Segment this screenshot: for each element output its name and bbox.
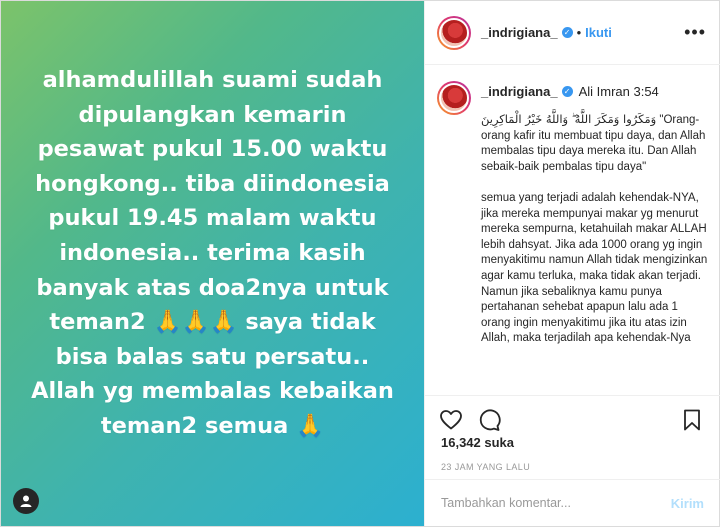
- avatar[interactable]: [437, 15, 471, 50]
- image-line: indonesia.. terima kasih: [59, 239, 366, 266]
- timestamp[interactable]: 23 JAM YANG LALU: [441, 462, 530, 472]
- comment-input[interactable]: [441, 496, 671, 510]
- image-line-text: teman2 semua: [100, 412, 289, 439]
- image-line: dipulangkan kemarin: [78, 101, 347, 128]
- image-line: bisa balas satu persatu..: [55, 343, 370, 370]
- image-line-with-emoji: teman2 🙏🙏🙏 saya tidak: [15, 305, 410, 340]
- praying-hands-icon: 🙏🙏🙏: [153, 309, 238, 336]
- more-options-icon[interactable]: •••: [684, 23, 706, 41]
- caption-section: _indrigiana_ ✓ Ali Imran 3:54 وَمَكَرُوا…: [425, 65, 720, 395]
- caption-body: _indrigiana_ ✓ Ali Imran 3:54 وَمَكَرُوا…: [481, 81, 708, 363]
- image-line: pesawat pukul 15.00 waktu: [37, 136, 388, 163]
- post-comment-button[interactable]: Kirim: [671, 496, 704, 511]
- image-line-prefix: teman2: [49, 309, 146, 336]
- post-header: _indrigiana_ ✓ • Ikuti •••: [425, 1, 720, 65]
- caption-text: وَمَكَرُوا وَمَكَرَ اللَّهُ ۖ وَاللَّهُ …: [481, 112, 708, 347]
- heart-icon[interactable]: [439, 408, 463, 432]
- image-line-suffix: saya tidak: [245, 309, 376, 336]
- caption-header: _indrigiana_ ✓ Ali Imran 3:54: [481, 74, 708, 108]
- caption-row: _indrigiana_ ✓ Ali Imran 3:54 وَمَكَرُوا…: [437, 81, 708, 363]
- image-line: Allah yg membalas kebaikan: [31, 378, 394, 405]
- praying-hand-icon: 🙏: [296, 412, 325, 439]
- caption-username[interactable]: _indrigiana_: [481, 84, 558, 99]
- image-line: pukul 19.45 malam waktu: [48, 205, 377, 232]
- caption-reference: Ali Imran 3:54: [578, 83, 659, 99]
- caption-verse: وَمَكَرُوا وَمَكَرَ اللَّهُ ۖ وَاللَّهُ …: [481, 112, 708, 175]
- post-image-text: alhamdulillah suami sudah dipulangkan ke…: [15, 63, 410, 444]
- caption-paragraph: semua yang terjadi adalah kehendak-NYA, …: [481, 191, 708, 345]
- comment-icon[interactable]: [477, 408, 501, 432]
- header-username[interactable]: _indrigiana_: [481, 25, 558, 40]
- image-line-with-emoji: teman2 semua 🙏: [15, 409, 410, 444]
- bookmark-icon[interactable]: [680, 408, 704, 432]
- image-line: hongkong.. tiba diindonesia: [35, 170, 390, 197]
- image-line: alhamdulillah suami sudah: [42, 67, 383, 93]
- post-sidebar: _indrigiana_ ✓ • Ikuti ••• _indrigiana_ …: [424, 1, 720, 526]
- post-image[interactable]: alhamdulillah suami sudah dipulangkan ke…: [1, 1, 424, 526]
- comment-box: Kirim: [425, 479, 720, 526]
- likes-label: suka: [484, 435, 515, 450]
- avatar[interactable]: [437, 81, 471, 115]
- follow-button[interactable]: Ikuti: [585, 25, 612, 40]
- verified-badge-icon: ✓: [561, 85, 573, 97]
- likes-number: 16,342: [441, 435, 481, 450]
- verified-badge-icon: ✓: [561, 27, 573, 38]
- likes-count[interactable]: 16,342 suka: [441, 435, 514, 450]
- separator-dot: •: [576, 25, 582, 40]
- image-line: banyak atas doa2nya untuk: [36, 274, 389, 301]
- user-tag-icon[interactable]: [13, 488, 39, 514]
- arabic-verse: وَمَكَرُوا وَمَكَرَ اللَّهُ ۖ وَاللَّهُ …: [481, 112, 657, 126]
